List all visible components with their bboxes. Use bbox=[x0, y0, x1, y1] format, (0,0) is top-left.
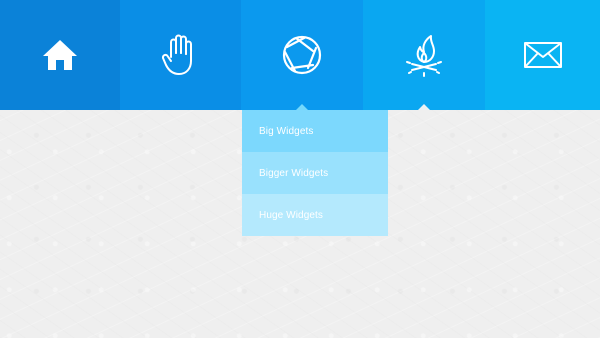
menu-item-big-widgets[interactable]: Big Widgets bbox=[242, 110, 388, 152]
nav-item-mail[interactable] bbox=[485, 0, 600, 110]
menu-item-label: Big Widgets bbox=[259, 125, 314, 137]
main-nav bbox=[0, 0, 600, 110]
aperture-icon bbox=[282, 35, 322, 75]
nav-item-pointer bbox=[418, 104, 430, 110]
menu-item-huge-widgets[interactable]: Huge Widgets bbox=[242, 194, 388, 236]
campfire-icon bbox=[406, 35, 442, 77]
nav-item-campfire[interactable] bbox=[363, 0, 485, 110]
menu-item-bigger-widgets[interactable]: Bigger Widgets bbox=[242, 152, 388, 194]
home-icon bbox=[43, 40, 77, 70]
nav-item-aperture[interactable] bbox=[241, 0, 363, 110]
nav-item-hand[interactable] bbox=[120, 0, 241, 110]
hand-icon bbox=[161, 34, 192, 75]
menu-item-label: Huge Widgets bbox=[259, 209, 324, 221]
menu-item-label: Bigger Widgets bbox=[259, 167, 329, 179]
nav-item-home[interactable] bbox=[0, 0, 120, 110]
widgets-dropdown-menu: Big Widgets Bigger Widgets Huge Widgets bbox=[242, 110, 388, 236]
mail-icon bbox=[523, 42, 562, 68]
